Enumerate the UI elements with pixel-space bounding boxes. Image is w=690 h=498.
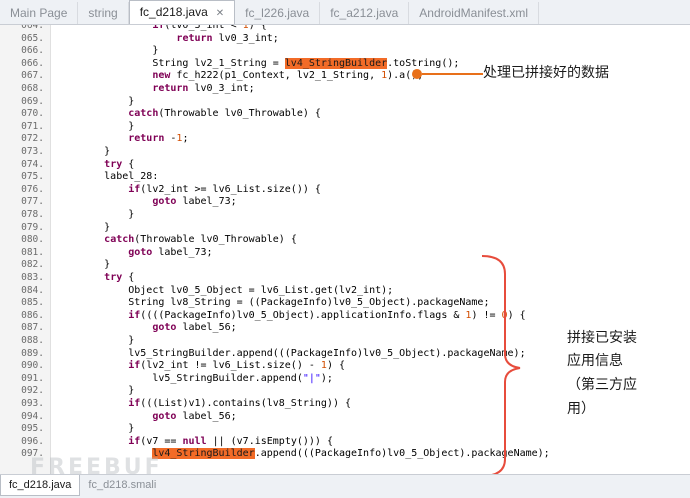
line-number: 094.	[21, 410, 44, 422]
code-text: }	[56, 385, 135, 397]
bottom-tab-fc-d218-java[interactable]: fc_d218.java	[0, 475, 81, 496]
line-number: 092.	[21, 385, 44, 397]
code-text: if(lv0_3_int < 1) {	[152, 25, 267, 31]
code-text: }	[56, 259, 111, 271]
line-number: 080.	[21, 234, 44, 246]
line-number: 075.	[21, 171, 44, 183]
code-text: goto label_73;	[128, 246, 213, 258]
code-text: try {	[104, 158, 135, 170]
line-number: 072.	[21, 133, 44, 145]
line-number: 085.	[21, 297, 44, 309]
code-text: Object lv0_5_Object = lv6_List.get(lv2_i…	[56, 284, 394, 296]
annotation-top: 处理已拼接好的数据	[483, 65, 609, 81]
code-text: return lv0_3_int;	[152, 83, 255, 94]
code-text: String lv8_String = ((PackageInfo)lv0_5_…	[56, 297, 490, 309]
tab-fc-d218-java[interactable]: fc_d218.java ✕	[128, 0, 236, 24]
arrow-dot	[412, 69, 422, 79]
tab-main-page[interactable]: Main Page	[0, 2, 79, 24]
tab-label: string	[88, 6, 118, 20]
code-text: }	[56, 120, 135, 132]
tab-label: fc_l226.java	[245, 6, 310, 20]
line-number: 095.	[21, 423, 44, 435]
code-text: goto label_56;	[152, 410, 237, 422]
tab-label: fc_a212.java	[330, 6, 399, 20]
line-number: 086.	[21, 309, 44, 321]
code-text: }	[56, 423, 135, 435]
code-text: return -1;	[128, 133, 189, 145]
code-text: if((((PackageInfo)lv0_5_Object).applicat…	[128, 309, 526, 321]
code-text: if(v7 == null || (v7.isEmpty())) {	[128, 435, 333, 447]
code-text: String lv2_1_String = lv4_StringBuilder.…	[56, 57, 460, 69]
code-text: }	[56, 209, 135, 220]
tab-label: fc_d218.java	[139, 5, 208, 19]
annotation-arrow	[412, 69, 483, 79]
line-number: 083.	[21, 272, 44, 283]
line-number: 090.	[21, 360, 44, 372]
code-text: catch(Throwable lv0_Throwable) {	[128, 108, 321, 120]
code-text: lv5_StringBuilder.append("|");	[56, 372, 333, 384]
code-text: }	[56, 95, 135, 107]
line-number: 079.	[21, 221, 44, 233]
line-number: 067.	[21, 70, 44, 82]
code-text: if(lv2_int >= lv6_List.size()) {	[128, 183, 321, 195]
line-number: 088.	[21, 335, 44, 346]
line-number: 078.	[21, 209, 44, 220]
bottom-tab-fc-d218-smali[interactable]: fc_d218.smali	[80, 475, 164, 495]
bracket-path	[481, 255, 521, 477]
code-text: return lv0_3_int;	[176, 32, 279, 44]
code-text: lv5_StringBuilder.append(((PackageInfo)l…	[56, 347, 526, 359]
annotation-right-4: 用）	[567, 401, 595, 417]
line-number: 064.	[21, 25, 44, 31]
line-number: 066.	[21, 45, 44, 57]
line-number: 073.	[21, 146, 44, 157]
line-number: 096.	[21, 435, 44, 447]
line-number: 074.	[21, 158, 44, 170]
bottom-tab-bar: fc_d218.java fc_d218.smali	[0, 474, 690, 498]
line-number: 081.	[21, 246, 44, 258]
tab-string[interactable]: string	[78, 2, 129, 24]
annotation-right-2: 应用信息	[567, 353, 623, 369]
code-text: if(((List)v1).contains(lv8_String)) {	[128, 398, 352, 409]
code-text: new fc_h222(p1_Context, lv2_1_String, 1)…	[152, 70, 424, 82]
line-number: 068.	[21, 83, 44, 94]
line-number: 066.	[21, 57, 44, 69]
line-number: 076.	[21, 183, 44, 195]
line-number: 082.	[21, 259, 44, 271]
line-number: 069.	[21, 95, 44, 107]
code-text: try {	[104, 272, 135, 283]
code-text: label_28:	[56, 171, 159, 183]
code-text: if(lv2_int != lv6_List.size() - 1) {	[128, 360, 346, 372]
line-number: 093.	[21, 398, 44, 409]
line-number: 084.	[21, 284, 44, 296]
line-number: 065.	[21, 32, 44, 44]
code-text: }	[56, 146, 111, 157]
line-number: 091.	[21, 372, 44, 384]
line-number: 077.	[21, 196, 44, 208]
line-number: 089.	[21, 347, 44, 359]
tab-label: Main Page	[10, 6, 68, 20]
editor-tab-bar: Main Page string fc_d218.java ✕ fc_l226.java…	[0, 0, 690, 25]
code-text: }	[56, 335, 135, 346]
annotation-right-1: 拼接已安装	[567, 330, 637, 346]
code-text: }	[56, 221, 111, 233]
line-number: 087.	[21, 322, 44, 334]
tab-label: AndroidManifest.xml	[419, 6, 528, 20]
close-icon[interactable]: ✕	[216, 8, 224, 19]
code-text: goto label_56;	[152, 322, 237, 334]
code-text: catch(Throwable lv0_Throwable) {	[104, 234, 297, 246]
tab-androidmanifest-xml[interactable]: AndroidManifest.xml	[409, 2, 539, 24]
tab-fc-a212-java[interactable]: fc_a212.java	[320, 2, 410, 24]
annotation-right-3: （第三方应	[567, 377, 637, 393]
code-text: }	[56, 45, 159, 57]
line-number: 071.	[21, 120, 44, 132]
code-text: goto label_73;	[152, 196, 237, 208]
annotation-bracket	[481, 255, 521, 477]
tab-fc-l226-java[interactable]: fc_l226.java	[235, 2, 321, 24]
line-number: 070.	[21, 108, 44, 120]
